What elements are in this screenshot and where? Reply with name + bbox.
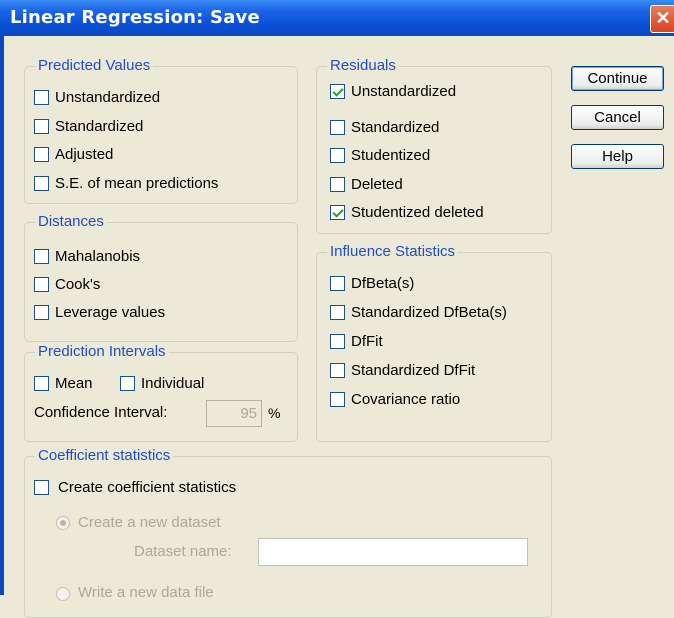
- dffit-label[interactable]: DfFit: [351, 333, 383, 350]
- confidence-interval-label: Confidence Interval:: [34, 404, 168, 421]
- window-left-border: [0, 36, 4, 595]
- prediction-intervals-legend: Prediction Intervals: [35, 343, 169, 360]
- leverage-label[interactable]: Leverage values: [55, 304, 165, 321]
- close-button[interactable]: ✕: [650, 5, 674, 33]
- pv-unstandardized-label[interactable]: Unstandardized: [55, 89, 160, 106]
- covariance-ratio-label[interactable]: Covariance ratio: [351, 391, 460, 408]
- pi-mean-checkbox[interactable]: [34, 376, 49, 391]
- cooks-label[interactable]: Cook's: [55, 276, 100, 293]
- dffit-checkbox[interactable]: [330, 334, 345, 349]
- pv-unstandardized-checkbox[interactable]: [34, 90, 49, 105]
- create-coefficient-label[interactable]: Create coefficient statistics: [58, 479, 236, 496]
- std-dffit-label[interactable]: Standardized DfFit: [351, 362, 475, 379]
- continue-button[interactable]: Continue: [571, 66, 664, 91]
- cancel-button[interactable]: Cancel: [571, 105, 664, 130]
- pv-adjusted-checkbox[interactable]: [34, 147, 49, 162]
- influence-statistics-legend: Influence Statistics: [327, 243, 459, 260]
- std-dfbeta-label[interactable]: Standardized DfBeta(s): [351, 304, 507, 321]
- res-standardized-checkbox[interactable]: [330, 120, 345, 135]
- res-studentized-checkbox[interactable]: [330, 148, 345, 163]
- res-deleted-label[interactable]: Deleted: [351, 176, 403, 193]
- res-unstandardized-checkbox[interactable]: [330, 84, 345, 99]
- res-studentized-deleted-checkbox[interactable]: [330, 205, 345, 220]
- pv-se-mean-label[interactable]: S.E. of mean predictions: [55, 175, 218, 192]
- res-unstandardized-label[interactable]: Unstandardized: [351, 83, 456, 100]
- pi-individual-label[interactable]: Individual: [141, 375, 204, 392]
- dataset-name-input[interactable]: [258, 538, 528, 566]
- pv-se-mean-checkbox[interactable]: [34, 176, 49, 191]
- pi-mean-label[interactable]: Mean: [55, 375, 93, 392]
- confidence-interval-input[interactable]: 95: [206, 400, 262, 427]
- dfbeta-label[interactable]: DfBeta(s): [351, 275, 414, 292]
- close-icon: ✕: [655, 8, 671, 28]
- mahalanobis-checkbox[interactable]: [34, 249, 49, 264]
- new-dataset-label[interactable]: Create a new dataset: [78, 514, 221, 531]
- covariance-ratio-checkbox[interactable]: [330, 392, 345, 407]
- prediction-intervals-group: Prediction Intervals: [24, 343, 298, 442]
- res-deleted-checkbox[interactable]: [330, 177, 345, 192]
- std-dfbeta-checkbox[interactable]: [330, 305, 345, 320]
- help-button[interactable]: Help: [571, 144, 664, 169]
- mahalanobis-label[interactable]: Mahalanobis: [55, 248, 140, 265]
- create-coefficient-checkbox[interactable]: [34, 480, 49, 495]
- coefficient-statistics-legend: Coefficient statistics: [35, 447, 174, 464]
- write-file-radio[interactable]: [56, 587, 70, 601]
- pv-standardized-checkbox[interactable]: [34, 119, 49, 134]
- distances-legend: Distances: [35, 213, 107, 230]
- predicted-values-legend: Predicted Values: [35, 57, 154, 74]
- percent-sign: %: [268, 405, 281, 421]
- leverage-checkbox[interactable]: [34, 305, 49, 320]
- write-file-label[interactable]: Write a new data file: [78, 584, 214, 601]
- cooks-checkbox[interactable]: [34, 277, 49, 292]
- pi-individual-checkbox[interactable]: [120, 376, 135, 391]
- std-dffit-checkbox[interactable]: [330, 363, 345, 378]
- res-studentized-deleted-label[interactable]: Studentized deleted: [351, 204, 484, 221]
- residuals-legend: Residuals: [327, 57, 399, 74]
- dataset-name-label: Dataset name:: [134, 543, 232, 560]
- res-studentized-label[interactable]: Studentized: [351, 147, 430, 164]
- res-standardized-label[interactable]: Standardized: [351, 119, 439, 136]
- window-title: Linear Regression: Save: [10, 7, 260, 28]
- pv-adjusted-label[interactable]: Adjusted: [55, 146, 113, 163]
- title-bar: Linear Regression: Save ✕: [0, 0, 674, 36]
- new-dataset-radio[interactable]: [56, 516, 70, 530]
- pv-standardized-label[interactable]: Standardized: [55, 118, 143, 135]
- dfbeta-checkbox[interactable]: [330, 276, 345, 291]
